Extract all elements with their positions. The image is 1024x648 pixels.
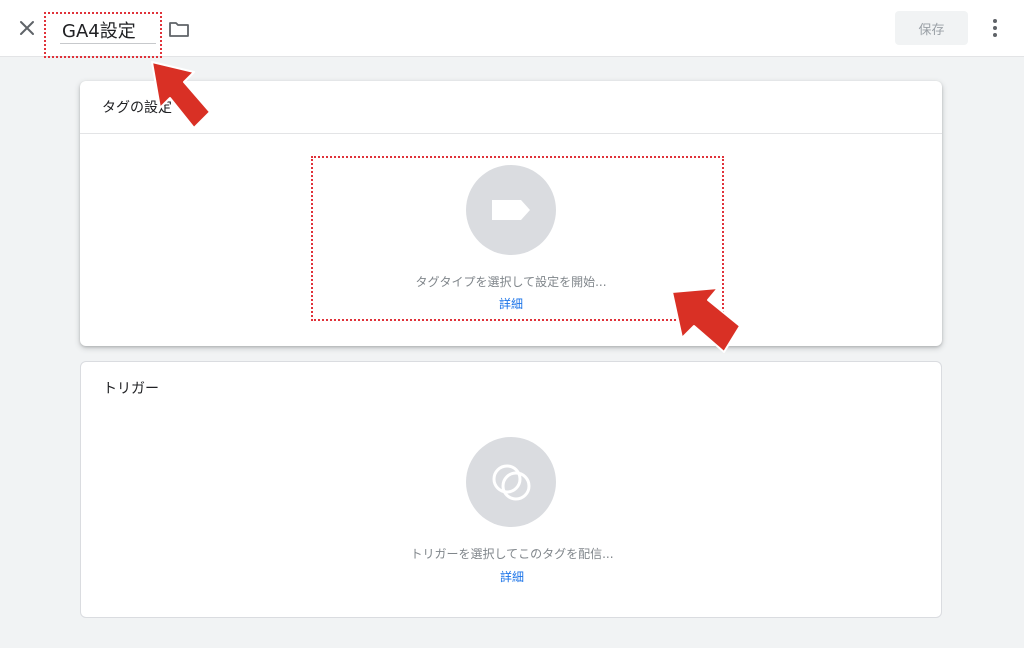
tag-type-placeholder[interactable] xyxy=(466,165,556,255)
more-options-button[interactable] xyxy=(984,15,1006,41)
tag-detail-link[interactable]: 詳細 xyxy=(481,295,541,312)
close-icon xyxy=(20,21,34,35)
trigger-heading: トリガー xyxy=(103,381,159,397)
tag-configuration-heading: タグの設定 xyxy=(102,100,172,116)
tag-configuration-card: タグの設定 タグタイプを選択して設定を開始... 詳細 xyxy=(80,81,942,346)
trigger-hint: トリガーを選択してこのタグを配信... xyxy=(410,547,614,561)
close-button[interactable] xyxy=(14,15,40,41)
trigger-card: トリガー トリガーを選択してこのタグを配信... 詳細 xyxy=(80,361,942,618)
folder-icon xyxy=(169,22,189,37)
tag-name-input[interactable] xyxy=(60,16,156,44)
trigger-detail-link[interactable]: 詳細 xyxy=(482,568,542,585)
top-bar: 保存 xyxy=(0,0,1024,58)
tag-type-hint: タグタイプを選択して設定を開始... xyxy=(415,275,607,289)
card-divider xyxy=(80,133,942,134)
folder-button[interactable] xyxy=(167,18,191,40)
trigger-placeholder[interactable] xyxy=(466,437,556,527)
save-button[interactable]: 保存 xyxy=(895,11,968,45)
more-vert-icon xyxy=(993,19,997,37)
tag-icon xyxy=(492,200,530,220)
trigger-icon xyxy=(492,464,531,501)
